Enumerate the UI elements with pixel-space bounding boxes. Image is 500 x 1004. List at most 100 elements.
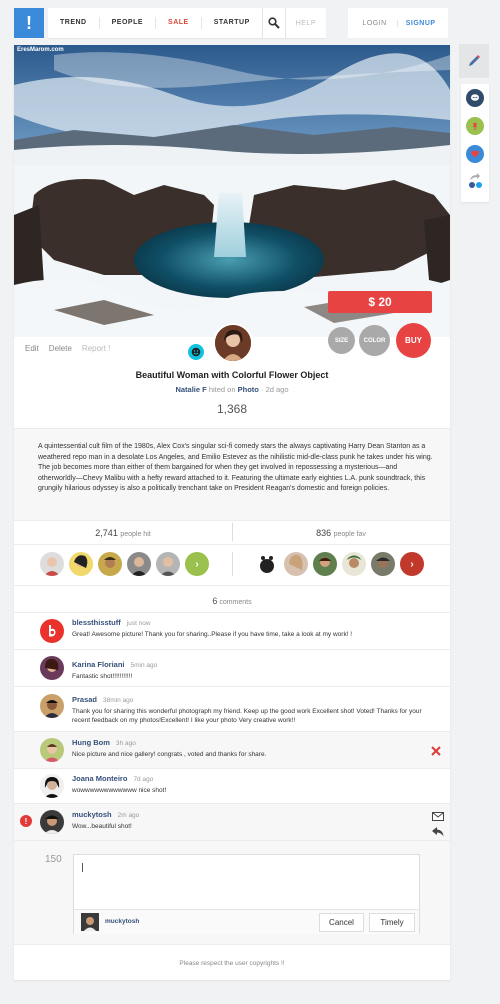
delete-link[interactable]: Delete [49,344,72,353]
more-hits-button[interactable]: › [185,552,209,576]
signup-link[interactable]: SIGNUP [398,20,444,27]
category-link[interactable]: Photo [238,385,259,394]
smile-icon[interactable] [188,344,204,360]
commenter-avatar[interactable] [40,656,64,680]
post-actions: Edit Delete Report ! [25,344,110,353]
commenter-avatar[interactable] [40,738,64,762]
timely-button[interactable]: Timely [369,913,415,932]
share-toolbar [461,84,489,202]
post-time: 2d ago [265,385,289,394]
buy-button[interactable]: BUY [396,323,431,358]
commenter-avatar[interactable] [40,774,64,798]
buy-label: BUY [405,336,422,345]
hit-avatars: › [40,552,209,576]
alert-icon[interactable]: ! [20,815,32,827]
twitter-icon[interactable] [475,182,482,188]
author-link[interactable]: Natalie F [175,385,206,394]
comments-label: comments [219,599,252,606]
avatar[interactable] [69,552,93,576]
delete-comment-button[interactable] [431,743,441,761]
fav-stat[interactable]: 836 people fav [232,522,450,544]
commenter-avatar[interactable] [40,694,64,718]
size-button[interactable]: SIZE [328,327,355,354]
color-label: COLOR [363,337,386,344]
commenter-name[interactable]: Prasad 38min ago [72,695,133,704]
comment-time: 3h ago [115,740,136,747]
comment-time: 2m ago [117,812,140,819]
color-button[interactable]: COLOR [359,325,390,356]
stats-divider [232,523,233,541]
avatar[interactable] [40,552,64,576]
avatar[interactable] [98,552,122,576]
post-meta: Natalie F hited on Photo · 2d ago [175,385,289,394]
comment-text: Nice picture and nice gallery! congrats … [72,751,267,758]
comment-text: Wow...beautiful shot! [72,823,132,830]
logo[interactable]: ! [14,8,44,38]
cancel-button[interactable]: Cancel [319,913,364,932]
edit-link[interactable]: Edit [25,344,39,353]
comment-item: Joana Monteiro 7d ago wowwwwwwwwwwww nice… [14,769,450,803]
comment-item: blessthisstuff just now Great! Awesome pi… [14,613,450,649]
hits-label: people hit [120,531,151,538]
commenter-name[interactable]: Karina Floriani 5min ago [72,660,157,669]
commenter-name[interactable]: muckytosh 2m ago [72,810,139,819]
comment-text: wowwwwwwwwwwww nice shot! [72,787,167,794]
commenter-avatar[interactable] [40,810,64,834]
avatar[interactable] [156,552,180,576]
facebook-icon[interactable] [468,182,475,188]
avatar-row-divider [232,552,233,576]
comments-header: 6 comments [14,596,450,606]
avatar[interactable] [127,552,151,576]
commenter-name[interactable]: Hung Bom 3h ago [72,738,136,747]
post-card: EresMarom.com $ 20 SIZE COLOR BUY Edit D… [14,45,450,980]
commenter-name[interactable]: blessthisstuff just now [72,618,151,627]
avatar[interactable] [284,552,308,576]
copyright-notice: Please respect the user copyrights !! [179,960,285,967]
comment-time: 5min ago [130,662,158,669]
edit-tool-button[interactable] [459,44,489,78]
price-tag[interactable]: $ 20 [328,291,432,313]
avatar[interactable] [342,552,366,576]
close-icon [431,746,441,756]
main-nav: TREND PEOPLE SALE STARTUP HELP [48,8,326,38]
hits-stat[interactable]: 2,741 people hit [14,522,232,544]
size-label: SIZE [334,337,349,344]
nav-startup[interactable]: STARTUP [202,17,262,29]
divider [14,840,450,841]
divider [14,520,450,521]
more-favs-button[interactable]: › [400,552,424,576]
comment-time: just now [126,620,151,627]
char-counter: 150 [45,854,62,865]
nav-people[interactable]: PEOPLE [100,17,157,29]
share-icon[interactable] [468,173,482,188]
comment-text: Thank you for sharing this wonderful pho… [72,708,422,724]
author-avatar[interactable] [213,323,253,363]
search-button[interactable] [261,8,286,38]
text-cursor [82,863,83,872]
pin-icon[interactable] [466,117,484,135]
avatar[interactable] [313,552,337,576]
divider [14,585,450,586]
avatar[interactable] [371,552,395,576]
report-link[interactable]: Report ! [82,344,110,353]
divider [14,428,450,429]
search-icon [268,17,280,29]
hits-count: 2,741 [95,528,118,538]
composer-avatar [81,913,99,931]
avatar[interactable] [255,552,279,576]
commenter-name[interactable]: Joana Monteiro 7d ago [72,774,153,783]
fav-label: people fav [333,531,366,538]
divider [14,944,450,945]
post-description: A quintessential cult film of the 1980s,… [38,443,433,492]
nav-help[interactable]: HELP [286,20,326,27]
nav-sale[interactable]: SALE [156,17,202,29]
comment-icon[interactable] [466,89,484,107]
login-link[interactable]: LOGIN [352,19,398,27]
composer-username: muckytosh [105,918,140,925]
nav-trend[interactable]: TREND [48,17,100,29]
commenter-avatar[interactable] [40,619,64,643]
reply-icon [432,827,444,837]
comment-time: 38min ago [103,697,134,704]
comment-input[interactable]: muckytosh Cancel Timely [73,854,420,934]
heart-icon[interactable] [466,145,484,163]
